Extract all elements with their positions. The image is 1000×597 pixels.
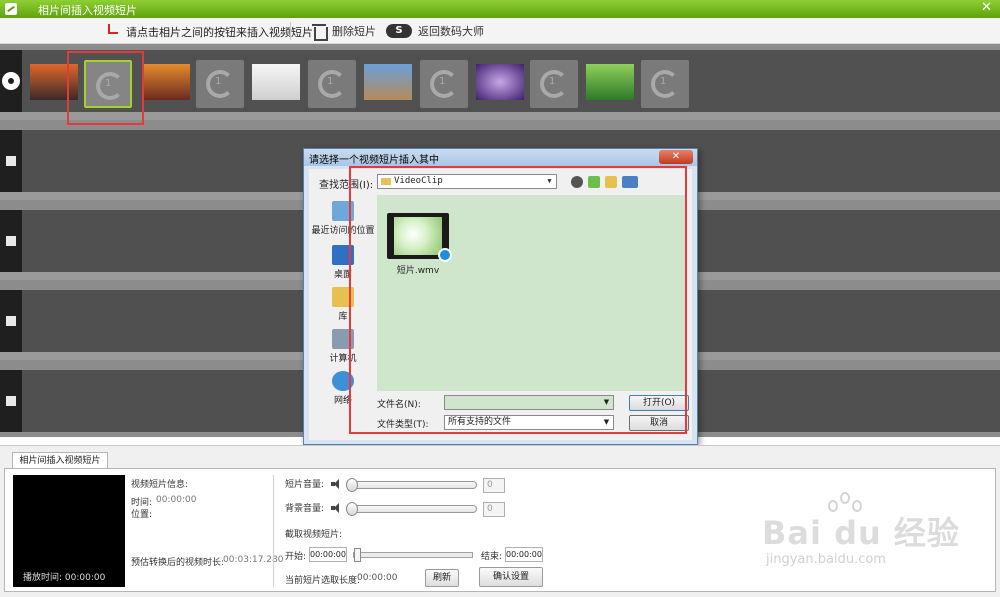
track-side <box>0 210 22 272</box>
film-reel-icon <box>2 72 20 90</box>
clip-slot-icon: 1 <box>206 70 234 98</box>
clip-slot-icon: 1 <box>318 70 346 98</box>
trash-icon <box>312 23 328 41</box>
clip-volume-slider[interactable] <box>346 478 477 492</box>
track-icon <box>6 236 16 246</box>
photo-thumb-lighthouse[interactable] <box>364 64 412 100</box>
refresh-button[interactable]: 刷新 <box>425 569 459 587</box>
end-time-input[interactable]: 00:00:00 <box>505 547 543 562</box>
insert-slot-2[interactable]: 1 <box>196 60 244 108</box>
s-logo-icon: S <box>386 24 412 38</box>
selected-length-label: 当前短片选取长度: <box>285 576 361 586</box>
dialog-title-bar: 请选择一个视频短片插入其中 ✕ <box>304 149 697 166</box>
track-side <box>0 370 22 432</box>
estimated-duration-label: 预估转换后的视频时长: <box>131 558 225 568</box>
tab-insert-clip[interactable]: 相片间插入视频短片 <box>12 452 108 469</box>
play-time-readout: 播放时间: 00:00:00 <box>23 570 105 583</box>
confirm-settings-button[interactable]: 确认设置 <box>479 567 543 587</box>
selected-length-value: 00:00:00 <box>357 573 398 583</box>
title-bar: 相片间插入视频短片 ✕ <box>0 0 1000 18</box>
annotation-highlight-dialog <box>349 166 687 434</box>
photo-filmstrip: 1 1 1 1 1 1 <box>0 50 1000 112</box>
clip-volume-label: 短片音量: <box>285 480 325 490</box>
back-label: 返回数码大师 <box>418 25 484 38</box>
delete-clip-button[interactable]: 删除短片 <box>312 22 376 41</box>
clip-slot-icon: 1 <box>430 70 458 98</box>
track-icon <box>6 316 16 326</box>
start-label: 开始: <box>285 552 307 562</box>
start-time-input[interactable]: 00:00:00 <box>309 547 347 562</box>
toolbar-divider <box>290 22 291 40</box>
trim-label: 截取视频短片: <box>285 530 343 540</box>
hint-arrow-icon <box>108 24 118 34</box>
insert-slot-4[interactable]: 1 <box>420 60 468 108</box>
track-icon <box>6 396 16 406</box>
delete-clip-label: 删除短片 <box>332 25 376 38</box>
clip-info-title: 视频短片信息: <box>131 480 189 490</box>
track-icon <box>6 156 16 166</box>
track-side <box>0 130 22 192</box>
play-time-label: 播放时间: <box>23 573 63 583</box>
photo-thumb-green-leaves[interactable] <box>586 64 634 100</box>
time-value: 00:00:00 <box>156 495 197 505</box>
place-library-label: 库 <box>338 312 348 322</box>
watermark-url: jingyan.baidu.com <box>766 552 886 567</box>
slider-knob[interactable] <box>346 478 358 492</box>
photo-thumb-purple-flowers[interactable] <box>476 64 524 100</box>
track-divider <box>0 112 1000 120</box>
baidu-watermark: Bai du 经验 jingyan.baidu.com <box>762 490 992 580</box>
track-side <box>0 290 22 352</box>
clip-slot-icon: 1 <box>651 70 679 98</box>
insert-slot-5[interactable]: 1 <box>530 60 578 108</box>
position-label: 位置: <box>131 510 153 520</box>
clip-volume-value[interactable]: 0 <box>483 478 505 493</box>
dialog-title: 请选择一个视频短片插入其中 <box>309 155 439 166</box>
bg-volume-slider[interactable] <box>346 502 477 516</box>
annotation-highlight-slot <box>67 51 144 125</box>
app-icon <box>5 3 17 15</box>
trim-slider-knob[interactable] <box>354 548 361 562</box>
dialog-close-button[interactable]: ✕ <box>659 150 693 164</box>
photo-thumb-sunset-sea[interactable] <box>142 64 190 100</box>
clip-slot-icon: 1 <box>540 70 568 98</box>
window-title: 相片间插入视频短片 <box>38 4 137 17</box>
estimated-duration-value: 00:03:17.280 <box>223 555 284 565</box>
video-preview: 播放时间: 00:00:00 <box>13 475 125 587</box>
speaker-icon <box>331 479 341 489</box>
back-to-master-button[interactable]: S 返回数码大师 <box>386 22 484 40</box>
close-icon[interactable]: ✕ <box>981 0 992 15</box>
end-label: 结束: <box>481 552 503 562</box>
watermark-brand: Bai du 经验 <box>762 514 960 552</box>
panel-divider <box>273 475 274 587</box>
insert-slot-3[interactable]: 1 <box>308 60 356 108</box>
insert-hint: 请点击相片之间的按钮来插入视频短片 <box>126 26 313 39</box>
bg-volume-value[interactable]: 0 <box>483 502 505 517</box>
filmstrip-side <box>0 50 22 112</box>
trim-slider[interactable] <box>353 548 473 562</box>
slider-knob[interactable] <box>346 502 358 516</box>
toolbar: 请点击相片之间的按钮来插入视频短片 删除短片 S 返回数码大师 <box>0 18 1000 44</box>
speaker-icon <box>331 503 341 513</box>
insert-slot-6[interactable]: 1 <box>641 60 689 108</box>
bg-volume-label: 背景音量: <box>285 504 325 514</box>
play-time-value: 00:00:00 <box>64 573 106 583</box>
photo-thumb-white-objects[interactable] <box>252 64 300 100</box>
